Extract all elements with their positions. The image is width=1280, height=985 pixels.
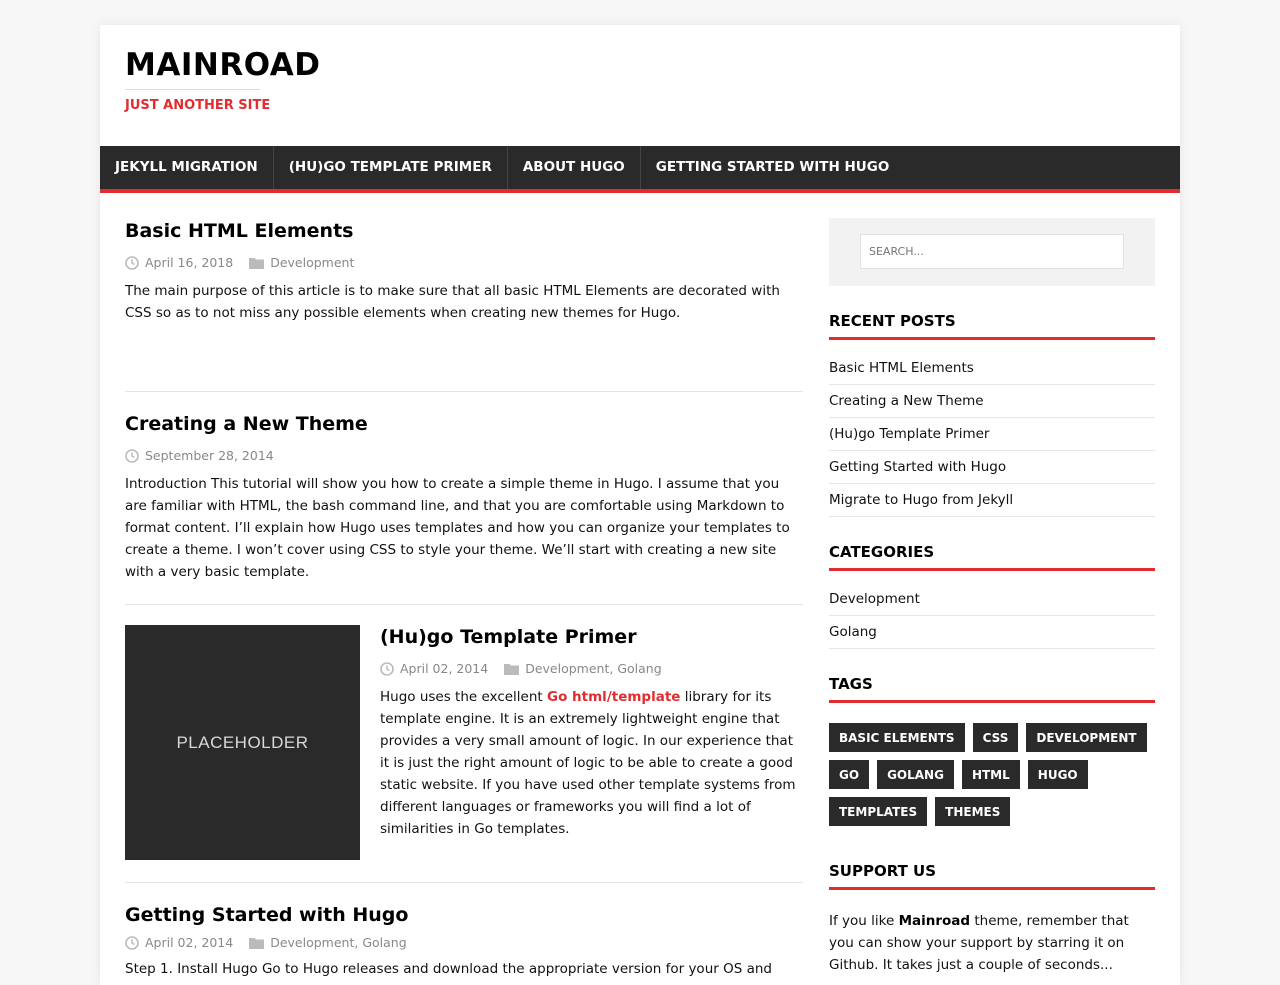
widget-title: CATEGORIES [829, 543, 1155, 571]
thumbnail-placeholder-text: PLACEHOLDER [176, 732, 309, 752]
support-text-before: If you like [829, 913, 899, 929]
categories-widget: CATEGORIES Development Golang [829, 543, 1155, 649]
recent-post-link[interactable]: Migrate to Hugo from Jekyll [829, 492, 1013, 508]
clock-icon [125, 448, 139, 463]
search-widget [829, 218, 1155, 286]
folder-icon [249, 937, 265, 949]
list-item: Golang [829, 616, 1155, 649]
recent-post-link[interactable]: Creating a New Theme [829, 393, 984, 409]
list-item: Getting Started with Hugo [829, 451, 1155, 484]
post-categories: Development, Golang [504, 661, 662, 676]
folder-icon [249, 257, 265, 269]
tag-cloud: BASIC ELEMENTS CSS DEVELOPMENT GO GOLANG… [829, 723, 1155, 826]
post-excerpt: Hugo uses the excellent Go html/template… [380, 686, 803, 840]
site-subtitle: JUST ANOTHER SITE [125, 98, 271, 113]
widget-title: SUPPORT US [829, 862, 1155, 890]
post-date-text: April 02, 2014 [145, 935, 234, 950]
clock-icon [125, 255, 139, 270]
main-menu: JEKYLL MIGRATION (HU)GO TEMPLATE PRIMER … [100, 146, 1180, 193]
recent-posts-list: Basic HTML Elements Creating a New Theme… [829, 352, 1155, 517]
post-thumbnail[interactable]: PLACEHOLDER [125, 625, 360, 860]
post-categories: Development [249, 255, 354, 270]
site-title[interactable]: MAINROAD [125, 47, 320, 83]
category-link[interactable]: Development, Golang [270, 935, 406, 950]
go-template-link[interactable]: Go html/template [547, 689, 680, 705]
post-meta: April 16, 2018 Development [125, 255, 803, 270]
sidebar: RECENT POSTS Basic HTML Elements Creatin… [829, 218, 1155, 976]
category-link[interactable]: Development, Golang [525, 661, 661, 676]
post-meta: September 28, 2014 [125, 448, 803, 463]
list-item: Creating a New Theme [829, 385, 1155, 418]
tag-golang[interactable]: GOLANG [877, 760, 954, 789]
menu-item: GETTING STARTED WITH HUGO [641, 146, 905, 189]
post-date: April 02, 2014 [380, 661, 488, 676]
logo-divider [125, 89, 260, 90]
list-item: Development [829, 583, 1155, 616]
page-container: MAINROAD JUST ANOTHER SITE JEKYLL MIGRAT… [100, 25, 1180, 985]
tag-templates[interactable]: TEMPLATES [829, 797, 928, 826]
list-item: Basic HTML Elements [829, 352, 1155, 385]
menu-link-getting-started[interactable]: GETTING STARTED WITH HUGO [641, 146, 905, 189]
clock-icon [125, 935, 139, 950]
post-title[interactable]: Creating a New Theme [125, 412, 803, 436]
post-item: Getting Started with Hugo April 02, 2014… [125, 883, 803, 980]
tag-go[interactable]: GO [829, 760, 870, 789]
post-title[interactable]: Basic HTML Elements [125, 219, 803, 243]
post-categories: Development, Golang [249, 935, 407, 950]
post-date: April 16, 2018 [125, 255, 233, 270]
list-item: Migrate to Hugo from Jekyll [829, 484, 1155, 517]
post-meta: April 02, 2014 Development, Golang [125, 935, 803, 950]
menu-item: JEKYLL MIGRATION [100, 146, 274, 189]
widget-title: TAGS [829, 675, 1155, 703]
support-text: If you like Mainroad theme, remember tha… [829, 910, 1155, 976]
post-list: Basic HTML Elements April 16, 2018 Devel… [125, 218, 803, 980]
category-link-development[interactable]: Development [829, 591, 920, 607]
recent-post-link[interactable]: Getting Started with Hugo [829, 459, 1006, 475]
support-theme-name: Mainroad [898, 913, 971, 929]
post-item: Basic HTML Elements April 16, 2018 Devel… [125, 219, 803, 392]
list-item: (Hu)go Template Primer [829, 418, 1155, 451]
post-date-text: April 16, 2018 [145, 255, 234, 270]
tag-hugo[interactable]: HUGO [1027, 760, 1088, 789]
recent-post-link[interactable]: (Hu)go Template Primer [829, 426, 989, 442]
tag-development[interactable]: DEVELOPMENT [1026, 723, 1147, 752]
excerpt-text-after: library for its template engine. It is a… [380, 689, 796, 837]
excerpt-text-before: Hugo uses the excellent [380, 689, 547, 705]
menu-item: (HU)GO TEMPLATE PRIMER [274, 146, 508, 189]
post-excerpt: The main purpose of this article is to m… [125, 283, 780, 321]
folder-icon [504, 663, 520, 675]
post-item: PLACEHOLDER (Hu)go Template Primer April… [125, 605, 803, 883]
tag-themes[interactable]: THEMES [935, 797, 1011, 826]
widget-title: RECENT POSTS [829, 312, 1155, 340]
tag-css[interactable]: CSS [972, 723, 1019, 752]
menu-link-hugo-template-primer[interactable]: (HU)GO TEMPLATE PRIMER [274, 146, 507, 189]
tag-basic-elements[interactable]: BASIC ELEMENTS [829, 723, 965, 752]
category-link[interactable]: Development [270, 255, 354, 270]
post-meta: April 02, 2014 Development, Golang [380, 661, 803, 676]
post-title[interactable]: (Hu)go Template Primer [380, 625, 803, 649]
post-date: April 02, 2014 [125, 935, 233, 950]
menu-link-about-hugo[interactable]: ABOUT HUGO [508, 146, 640, 189]
tag-html[interactable]: HTML [961, 760, 1020, 789]
clock-icon [380, 661, 394, 676]
menu-item: ABOUT HUGO [508, 146, 641, 189]
post-excerpt: Introduction This tutorial will show you… [125, 476, 790, 580]
menu-link-jekyll-migration[interactable]: JEKYLL MIGRATION [100, 146, 273, 189]
logo: MAINROAD JUST ANOTHER SITE [125, 47, 320, 113]
post-date-text: April 02, 2014 [400, 661, 489, 676]
post-body: (Hu)go Template Primer April 02, 2014 De… [380, 625, 803, 882]
post-title[interactable]: Getting Started with Hugo [125, 903, 803, 927]
support-widget: SUPPORT US If you like Mainroad theme, r… [829, 862, 1155, 976]
tags-widget: TAGS BASIC ELEMENTS CSS DEVELOPMENT GO G… [829, 675, 1155, 826]
recent-posts-widget: RECENT POSTS Basic HTML Elements Creatin… [829, 312, 1155, 517]
search-input[interactable] [860, 234, 1124, 269]
post-item: Creating a New Theme September 28, 2014 … [125, 392, 803, 605]
category-link-golang[interactable]: Golang [829, 624, 877, 640]
categories-list: Development Golang [829, 583, 1155, 649]
post-date-text: September 28, 2014 [145, 448, 274, 463]
post-excerpt: Step 1. Install Hugo Go to Hugo releases… [125, 961, 772, 977]
recent-post-link[interactable]: Basic HTML Elements [829, 360, 974, 376]
post-date: September 28, 2014 [125, 448, 274, 463]
